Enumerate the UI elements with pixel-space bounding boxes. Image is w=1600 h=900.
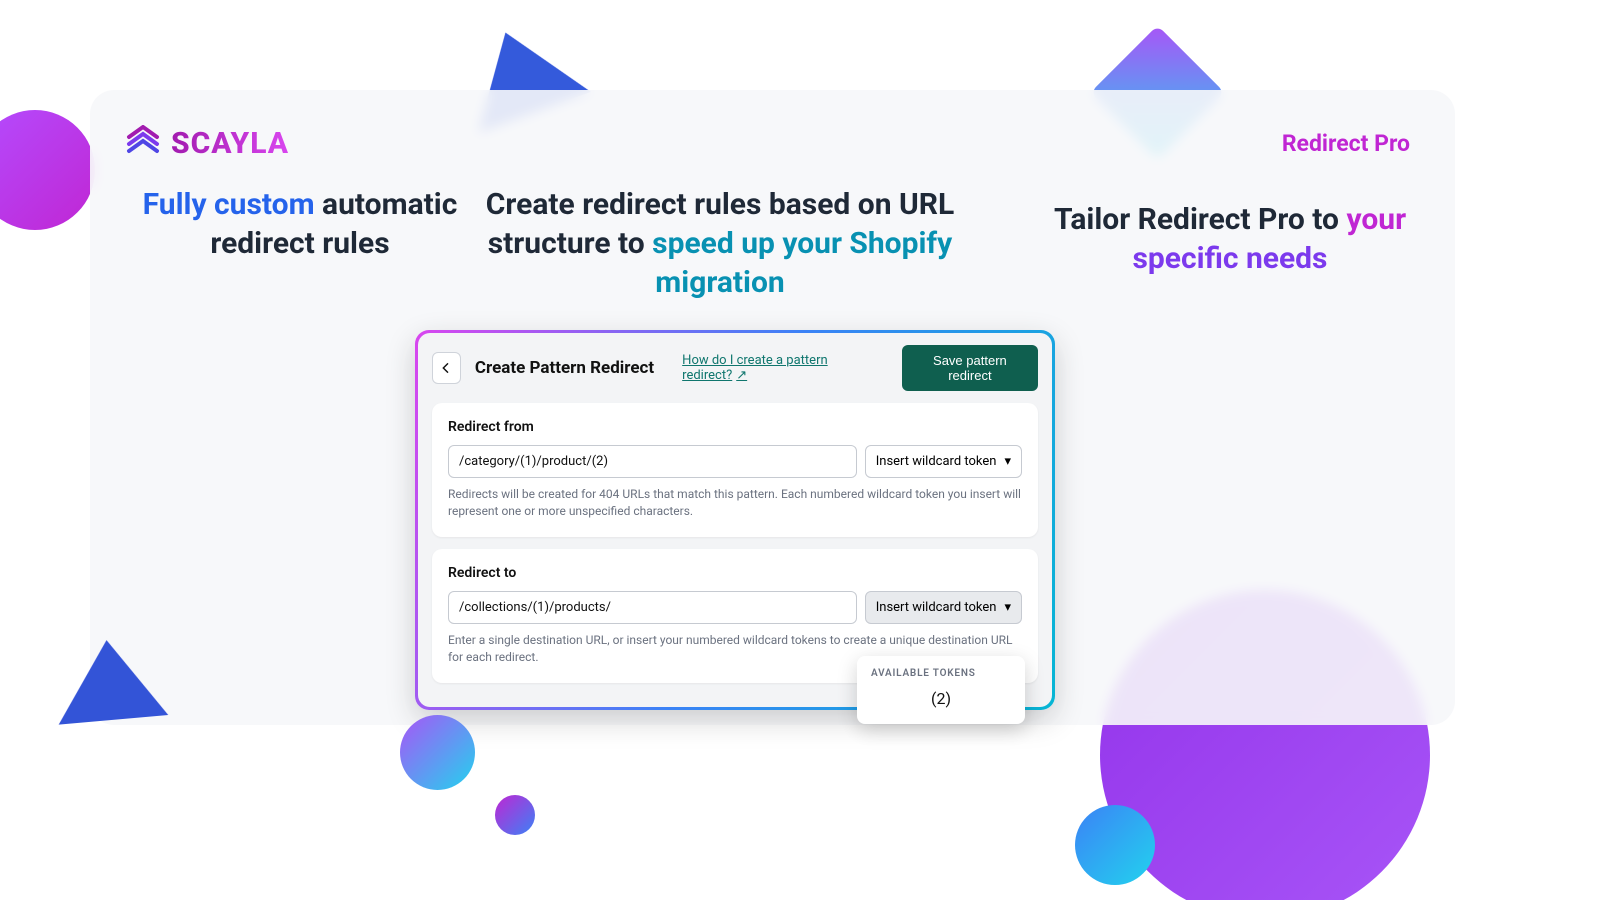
page-title: Create Pattern Redirect [475,358,654,378]
redirect-from-label: Redirect from [448,419,1022,435]
decor-circle-bottom-right-small [1075,805,1155,885]
headline-2-b: speed up [652,226,775,261]
headline-1-accent: Fully custom [143,187,315,222]
brand-name: SCAYLA [171,126,289,161]
insert-token-to-label: Insert wildcard token [876,600,997,615]
redirect-from-section: Redirect from Insert wildcard token ▾ Re… [432,403,1038,537]
headline-3-b: your [1346,202,1406,237]
caret-down-icon: ▾ [1004,600,1011,615]
headline-3-c: specific needs [1133,241,1328,276]
caret-down-icon: ▾ [1004,454,1011,469]
decor-circle-top-left [0,110,95,230]
back-button[interactable] [432,352,461,384]
arrow-left-icon [438,360,454,376]
help-link-text: How do I create a pattern redirect? [682,353,828,383]
brand-mark-icon [125,125,161,161]
token-popover: AVAILABLE TOKENS (2) [857,656,1025,724]
redirect-from-helper: Redirects will be created for 404 URLs t… [448,486,1022,521]
insert-token-to-dropdown[interactable]: Insert wildcard token ▾ [865,591,1022,624]
product-name: Redirect Pro [1282,130,1410,157]
card-header: Create Pattern Redirect How do I create … [432,345,1038,391]
headline-center: Create redirect rules based on URL struc… [485,185,955,302]
redirect-to-label: Redirect to [448,565,1022,581]
headline-3-a: Tailor Redirect Pro to [1054,202,1347,237]
headline-left: Fully custom automatic redirect rules [130,185,470,263]
decor-triangle-bottom-left [52,635,169,724]
marketing-panel: SCAYLA Redirect Pro Fully custom automat… [90,90,1455,725]
insert-token-from-label: Insert wildcard token [876,454,997,469]
insert-token-from-dropdown[interactable]: Insert wildcard token ▾ [865,445,1022,478]
popover-title: AVAILABLE TOKENS [871,668,1011,679]
app-card-inner: Create Pattern Redirect How do I create … [418,333,1052,707]
headline-right: Tailor Redirect Pro to your specific nee… [1045,200,1415,278]
token-option[interactable]: (2) [871,689,1011,708]
redirect-from-input[interactable] [448,445,857,478]
decor-circle-bottom-mid-small [495,795,535,835]
external-link-icon: ↗ [736,368,747,383]
brand-logo: SCAYLA [125,125,289,161]
redirect-to-input[interactable] [448,591,857,624]
decor-circle-bottom-mid [400,715,475,790]
help-link[interactable]: How do I create a pattern redirect?↗ [682,353,874,383]
app-card: Create Pattern Redirect How do I create … [415,330,1055,710]
save-button[interactable]: Save pattern redirect [902,345,1038,391]
